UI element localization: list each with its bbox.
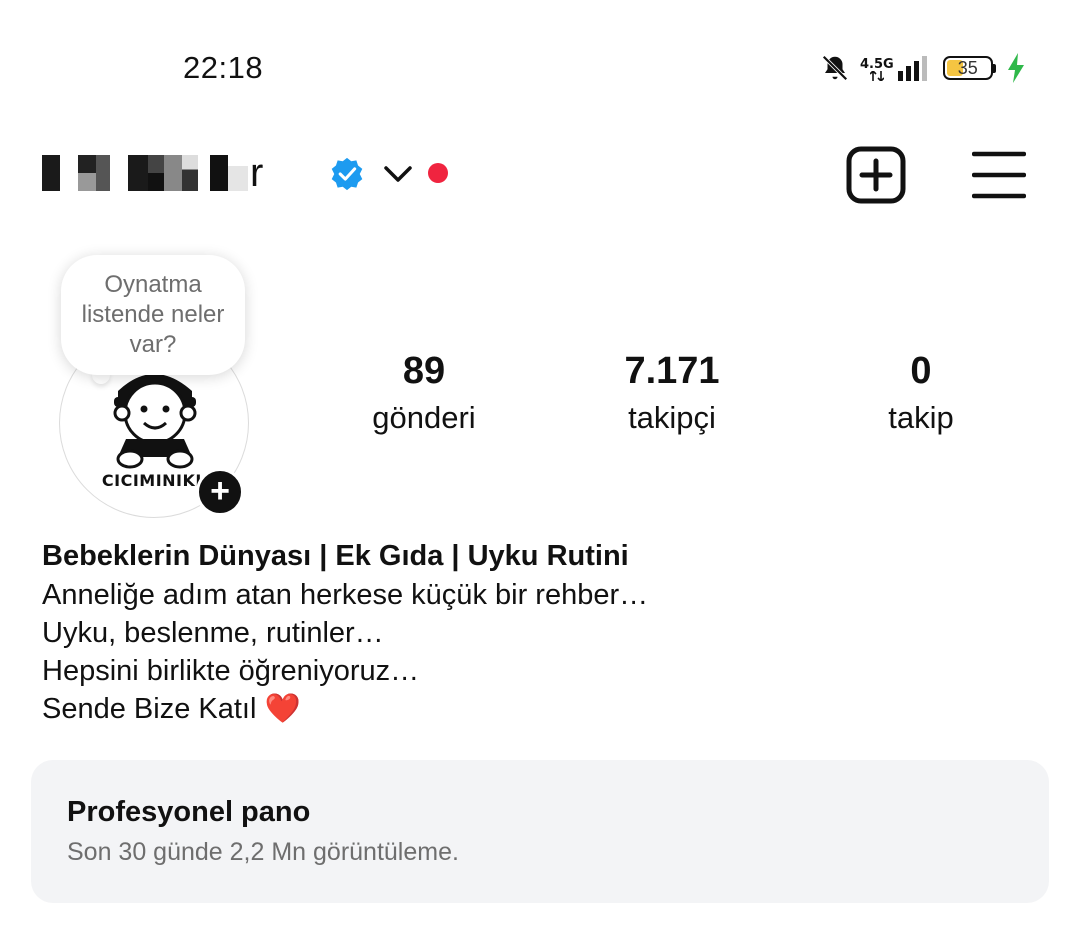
network-type: 4.5G — [860, 57, 894, 72]
stat-label: gönderi — [372, 400, 476, 435]
profile-bio: Bebeklerin Dünyası | Ek Gıda | Uyku Ruti… — [42, 536, 1042, 728]
charging-bolt-icon — [1007, 53, 1024, 83]
stat-value: 7.171 — [624, 350, 720, 392]
add-story-button[interactable]: + — [196, 468, 244, 516]
stat-value: 0 — [910, 350, 932, 392]
status-icons: 4.5G 35 — [820, 50, 1026, 86]
account-switcher-username[interactable]: r — [42, 150, 263, 196]
battery-level: 35 — [957, 57, 978, 78]
bio-line: Uyku, beslenme, rutinler… — [42, 617, 384, 649]
notes-tooltip[interactable]: Oynatma listende neler var? — [61, 255, 245, 375]
status-time: 22:18 — [183, 50, 264, 85]
bio-line: Hepsini birlikte öğreniyoruz… — [42, 655, 420, 687]
dashboard-title: Profesyonel pano — [67, 796, 311, 828]
notification-dot — [428, 163, 448, 183]
new-post-icon[interactable] — [846, 146, 906, 204]
bio-line: Sende Bize Katıl ❤️ — [42, 693, 301, 725]
battery-icon: 35 — [942, 56, 993, 80]
bell-muted-icon — [822, 55, 848, 81]
stat-followers[interactable]: 7.171 takipçi — [572, 348, 772, 442]
verified-badge-icon — [331, 157, 363, 191]
stat-following[interactable]: 0 takip — [821, 348, 1021, 442]
stat-value: 89 — [402, 350, 446, 392]
bio-name: Bebeklerin Dünyası | Ek Gıda | Uyku Ruti… — [42, 540, 629, 572]
menu-icon[interactable] — [972, 150, 1026, 200]
bio-line: Anneliğe adım atan herkese küçük bir reh… — [42, 579, 649, 611]
username-text: r — [250, 151, 264, 195]
dashboard-subtitle: Son 30 günde 2,2 Mn görüntüleme. — [67, 838, 459, 866]
stat-label: takip — [888, 400, 954, 435]
signal-icon: 4.5G — [860, 55, 933, 81]
stat-posts[interactable]: 89 gönderi — [324, 348, 524, 442]
stat-label: takipçi — [628, 400, 716, 435]
chevron-down-icon[interactable] — [382, 160, 414, 188]
professional-dashboard-card[interactable]: Profesyonel pano Son 30 günde 2,2 Mn gör… — [31, 760, 1049, 903]
